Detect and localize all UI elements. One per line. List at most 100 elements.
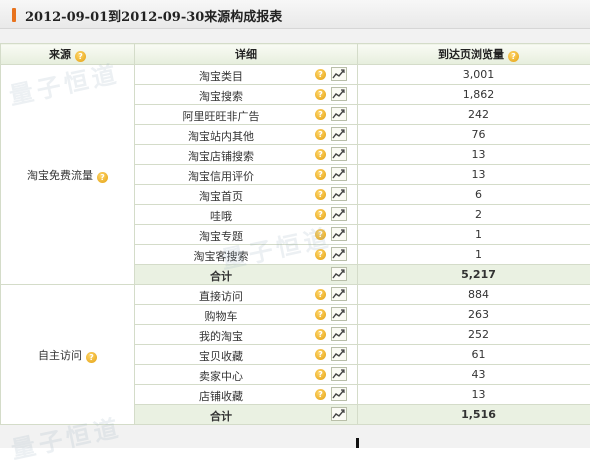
help-question-icon[interactable]: ? [315, 129, 326, 140]
detail-cell: 直接访问? [135, 285, 358, 305]
trend-chart-icon[interactable] [331, 127, 347, 141]
detail-cell: 淘宝信用评价? [135, 165, 358, 185]
detail-cell-label: 宝贝收藏 [135, 348, 307, 364]
detail-cell-label: 淘宝客搜索 [135, 248, 307, 264]
total-views-cell: 5,217 [358, 265, 590, 285]
trend-chart-icon[interactable] [331, 67, 347, 81]
trend-chart-icon[interactable] [331, 407, 347, 421]
total-detail-cell: 合计 [135, 265, 358, 285]
detail-cell-label: 店铺收藏 [135, 388, 307, 404]
detail-cell: 购物车? [135, 305, 358, 325]
detail-cell-label: 淘宝站内其他 [135, 128, 307, 144]
help-question-icon[interactable]: ? [315, 329, 326, 340]
views-cell: 1 [358, 225, 590, 245]
total-detail-cell: 合计 [135, 405, 358, 425]
help-question-icon[interactable]: ? [315, 289, 326, 300]
views-cell: 6 [358, 185, 590, 205]
help-question-icon[interactable]: ? [315, 309, 326, 320]
report-grid-area: 来源? 详细 到达页浏览量? 淘宝免费流量?淘宝类目?3,001淘宝搜索?1,8… [0, 29, 590, 448]
trend-chart-icon[interactable] [331, 167, 347, 181]
total-detail-cell-label: 合计 [135, 268, 307, 284]
detail-cell-label: 卖家中心 [135, 368, 307, 384]
help-question-icon[interactable]: ? [315, 149, 326, 160]
trend-chart-icon[interactable] [331, 367, 347, 381]
detail-cell: 淘宝客搜索? [135, 245, 358, 265]
report-title: 2012-09-01到2012-09-30来源构成报表 [25, 6, 282, 25]
views-cell: 13 [358, 165, 590, 185]
help-question-icon[interactable]: ? [315, 209, 326, 220]
header-source: 来源? [1, 44, 135, 65]
header-views-label: 到达页浏览量 [438, 48, 504, 61]
views-cell: 242 [358, 105, 590, 125]
detail-cell-label: 淘宝首页 [135, 188, 307, 204]
trend-chart-icon[interactable] [331, 107, 347, 121]
detail-cell-label: 直接访问 [135, 288, 307, 304]
detail-cell: 卖家中心? [135, 365, 358, 385]
trend-chart-icon[interactable] [331, 387, 347, 401]
table-row: 自主访问?直接访问?884 [1, 285, 590, 305]
views-cell: 61 [358, 345, 590, 365]
detail-cell: 店铺收藏? [135, 385, 358, 405]
title-accent-mark [12, 8, 16, 22]
header-source-label: 来源 [49, 48, 71, 61]
source-group-cell: 自主访问? [1, 285, 135, 425]
table-header-row: 来源? 详细 到达页浏览量? [1, 44, 590, 65]
help-question-icon[interactable]: ? [75, 51, 86, 62]
views-cell: 1 [358, 245, 590, 265]
source-group-label: 自主访问 [38, 349, 82, 362]
help-question-icon[interactable]: ? [315, 109, 326, 120]
detail-cell: 淘宝搜索? [135, 85, 358, 105]
help-question-icon[interactable]: ? [315, 169, 326, 180]
help-question-icon[interactable]: ? [315, 389, 326, 400]
detail-cell: 淘宝店铺搜索? [135, 145, 358, 165]
report-title-bar: 2012-09-01到2012-09-30来源构成报表 [0, 0, 590, 29]
help-question-icon[interactable]: ? [315, 349, 326, 360]
help-question-icon[interactable]: ? [315, 229, 326, 240]
header-views[interactable]: 到达页浏览量? [358, 44, 590, 65]
detail-cell-label: 淘宝信用评价 [135, 168, 307, 184]
detail-cell-label: 淘宝类目 [135, 68, 307, 84]
trend-chart-icon[interactable] [331, 347, 347, 361]
views-cell: 884 [358, 285, 590, 305]
trend-chart-icon[interactable] [331, 187, 347, 201]
views-cell: 43 [358, 365, 590, 385]
detail-cell-label: 购物车 [135, 308, 307, 324]
help-question-icon[interactable]: ? [97, 172, 108, 183]
total-detail-cell-label: 合计 [135, 408, 307, 424]
detail-cell-label: 淘宝搜索 [135, 88, 307, 104]
detail-cell: 哇哦? [135, 205, 358, 225]
detail-cell-label: 淘宝店铺搜索 [135, 148, 307, 164]
detail-cell: 我的淘宝? [135, 325, 358, 345]
help-question-icon[interactable]: ? [315, 249, 326, 260]
detail-cell-label: 我的淘宝 [135, 328, 307, 344]
detail-cell-label: 阿里旺旺非广告 [135, 108, 307, 124]
text-cursor [356, 438, 359, 448]
detail-cell: 淘宝首页? [135, 185, 358, 205]
detail-cell: 阿里旺旺非广告? [135, 105, 358, 125]
help-question-icon[interactable]: ? [315, 89, 326, 100]
views-cell: 13 [358, 385, 590, 405]
views-cell: 1,862 [358, 85, 590, 105]
help-question-icon[interactable]: ? [315, 369, 326, 380]
trend-chart-icon[interactable] [331, 207, 347, 221]
detail-cell-label: 哇哦 [135, 208, 307, 224]
help-question-icon[interactable]: ? [508, 51, 519, 62]
source-report-table: 来源? 详细 到达页浏览量? 淘宝免费流量?淘宝类目?3,001淘宝搜索?1,8… [0, 43, 590, 425]
trend-chart-icon[interactable] [331, 327, 347, 341]
source-group-label: 淘宝免费流量 [27, 169, 93, 182]
trend-chart-icon[interactable] [331, 247, 347, 261]
trend-chart-icon[interactable] [331, 87, 347, 101]
views-cell: 252 [358, 325, 590, 345]
trend-chart-icon[interactable] [331, 287, 347, 301]
help-question-icon[interactable]: ? [315, 189, 326, 200]
trend-chart-icon[interactable] [331, 227, 347, 241]
views-cell: 3,001 [358, 65, 590, 85]
trend-chart-icon[interactable] [331, 267, 347, 281]
trend-chart-icon[interactable] [331, 307, 347, 321]
detail-cell: 宝贝收藏? [135, 345, 358, 365]
help-question-icon[interactable]: ? [86, 352, 97, 363]
trend-chart-icon[interactable] [331, 147, 347, 161]
views-cell: 263 [358, 305, 590, 325]
help-question-icon[interactable]: ? [315, 69, 326, 80]
views-cell: 76 [358, 125, 590, 145]
